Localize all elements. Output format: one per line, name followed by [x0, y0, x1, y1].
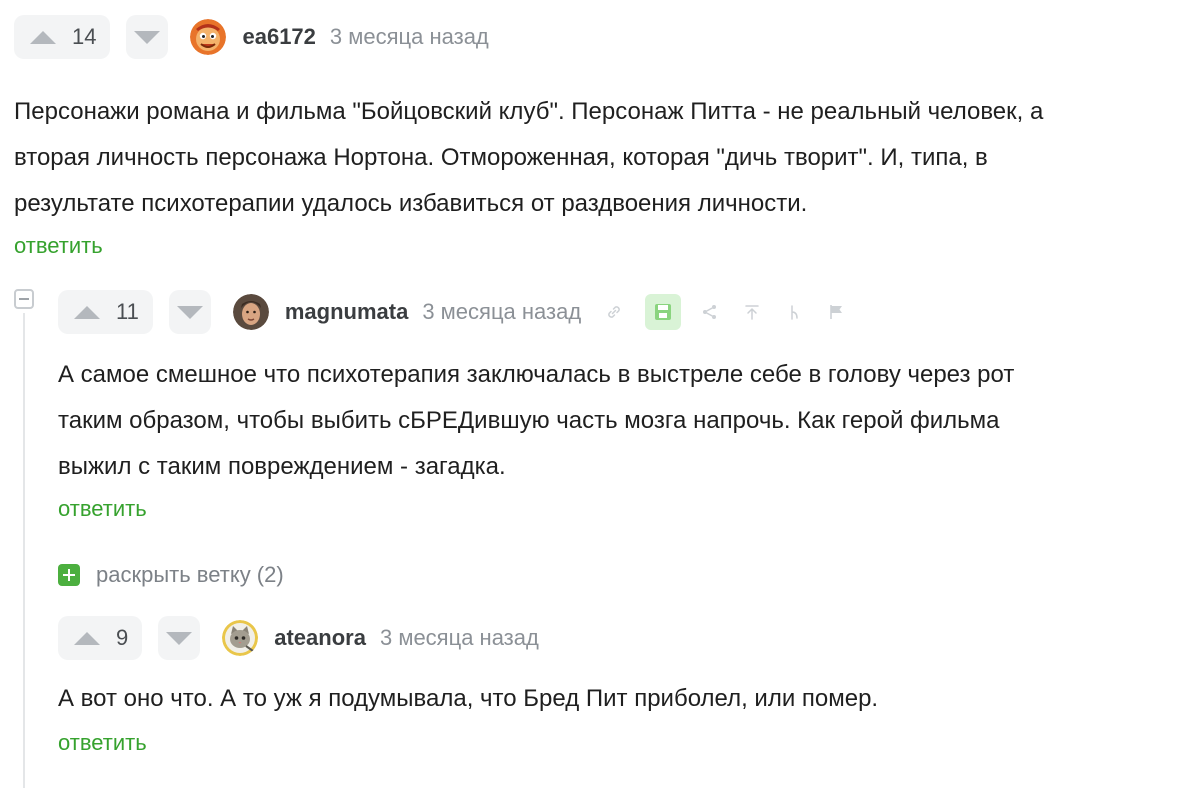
comment-header: 9 ateanora 3 месяца назад [58, 614, 1188, 662]
reply-link[interactable]: ответить [14, 233, 103, 259]
expand-thread-label: раскрыть ветку (2) [96, 562, 284, 587]
collapse-thread-button[interactable] [14, 289, 34, 309]
comment-text-line: таким образом, чтобы выбить сБРЕДившую ч… [58, 407, 1000, 434]
photo-avatar-icon [232, 294, 269, 330]
comment-text: Персонажи романа и фильма "Бойцовский кл… [14, 89, 1194, 227]
comment-header: 14 ea6172 3 месяца назад [14, 13, 1194, 61]
vote-controls: 14 [14, 15, 169, 59]
comment-text-line: А вот оно что. А то уж я подумывала, что… [58, 685, 879, 712]
arrow-up-icon [30, 30, 56, 44]
link-icon[interactable] [603, 301, 625, 323]
save-icon[interactable] [645, 294, 682, 330]
comment-text: А вот оно что. А то уж я подумывала, что… [58, 676, 1188, 722]
avatar[interactable] [190, 19, 227, 55]
comment-text-line: вторая личность персонажа Нортона. Отмор… [14, 144, 988, 171]
arrow-down-icon [166, 631, 193, 645]
flag-icon[interactable] [825, 301, 847, 323]
comment-ea6172: 14 ea6172 3 месяца назад Персонажи роман… [14, 13, 1194, 259]
cat-avatar-icon [222, 620, 259, 656]
arrow-up-icon [74, 631, 100, 645]
comment-text-line: А самое смешное что психотерапия заключа… [58, 361, 1015, 388]
rating-count: 9 [116, 625, 129, 650]
arrow-down-icon [134, 30, 161, 44]
username[interactable]: ateanora [274, 625, 366, 651]
downvote-button[interactable] [168, 290, 211, 334]
plus-icon [58, 564, 80, 586]
reply-link[interactable]: ответить [58, 496, 147, 522]
comment-text-line: выжил с таким повреждением - загадка. [58, 453, 506, 480]
expand-thread-button[interactable]: раскрыть ветку (2) [58, 562, 284, 588]
comment-text: А самое смешное что психотерапия заключа… [58, 352, 1188, 490]
timestamp[interactable]: 3 месяца назад [330, 24, 489, 50]
comment-text-line: Персонажи романа и фильма "Бойцовский кл… [14, 98, 1044, 125]
avatar[interactable] [232, 294, 269, 330]
scroll-to-parent-icon[interactable] [741, 301, 763, 323]
comment-header: 11 magnumata 3 месяца назад [58, 288, 1188, 336]
downvote-button[interactable] [126, 15, 169, 59]
timestamp[interactable]: 3 месяца назад [422, 299, 581, 325]
rating-count: 14 [72, 24, 97, 49]
share-icon[interactable] [699, 301, 721, 323]
comment-ateanora: 9 ateanora 3 месяца назад А вот оно что.… [58, 614, 1188, 756]
username[interactable]: ea6172 [242, 24, 315, 50]
reply-link[interactable]: ответить [58, 730, 147, 756]
avatar[interactable] [222, 620, 259, 656]
downvote-button[interactable] [158, 616, 201, 660]
minus-icon [19, 298, 29, 300]
comment-magnumata: 11 magnumata 3 месяца назад А самое смеш… [58, 288, 1188, 522]
rating-count: 11 [116, 299, 139, 324]
upvote-button[interactable]: 9 [58, 616, 143, 660]
branch-icon[interactable] [783, 301, 805, 323]
arrow-up-icon [74, 305, 100, 319]
username[interactable]: magnumata [285, 299, 408, 325]
vote-controls: 9 [58, 616, 201, 660]
upvote-button[interactable]: 11 [58, 290, 153, 334]
vote-controls: 11 [58, 290, 211, 334]
thread-line[interactable] [23, 313, 25, 788]
arrow-down-icon [176, 305, 203, 319]
comment-tools [603, 294, 867, 330]
timestamp[interactable]: 3 месяца назад [380, 625, 539, 651]
comment-text-line: результате психотерапии удалось избавить… [14, 190, 808, 217]
cartoon-face-icon [190, 19, 227, 55]
upvote-button[interactable]: 14 [14, 15, 111, 59]
